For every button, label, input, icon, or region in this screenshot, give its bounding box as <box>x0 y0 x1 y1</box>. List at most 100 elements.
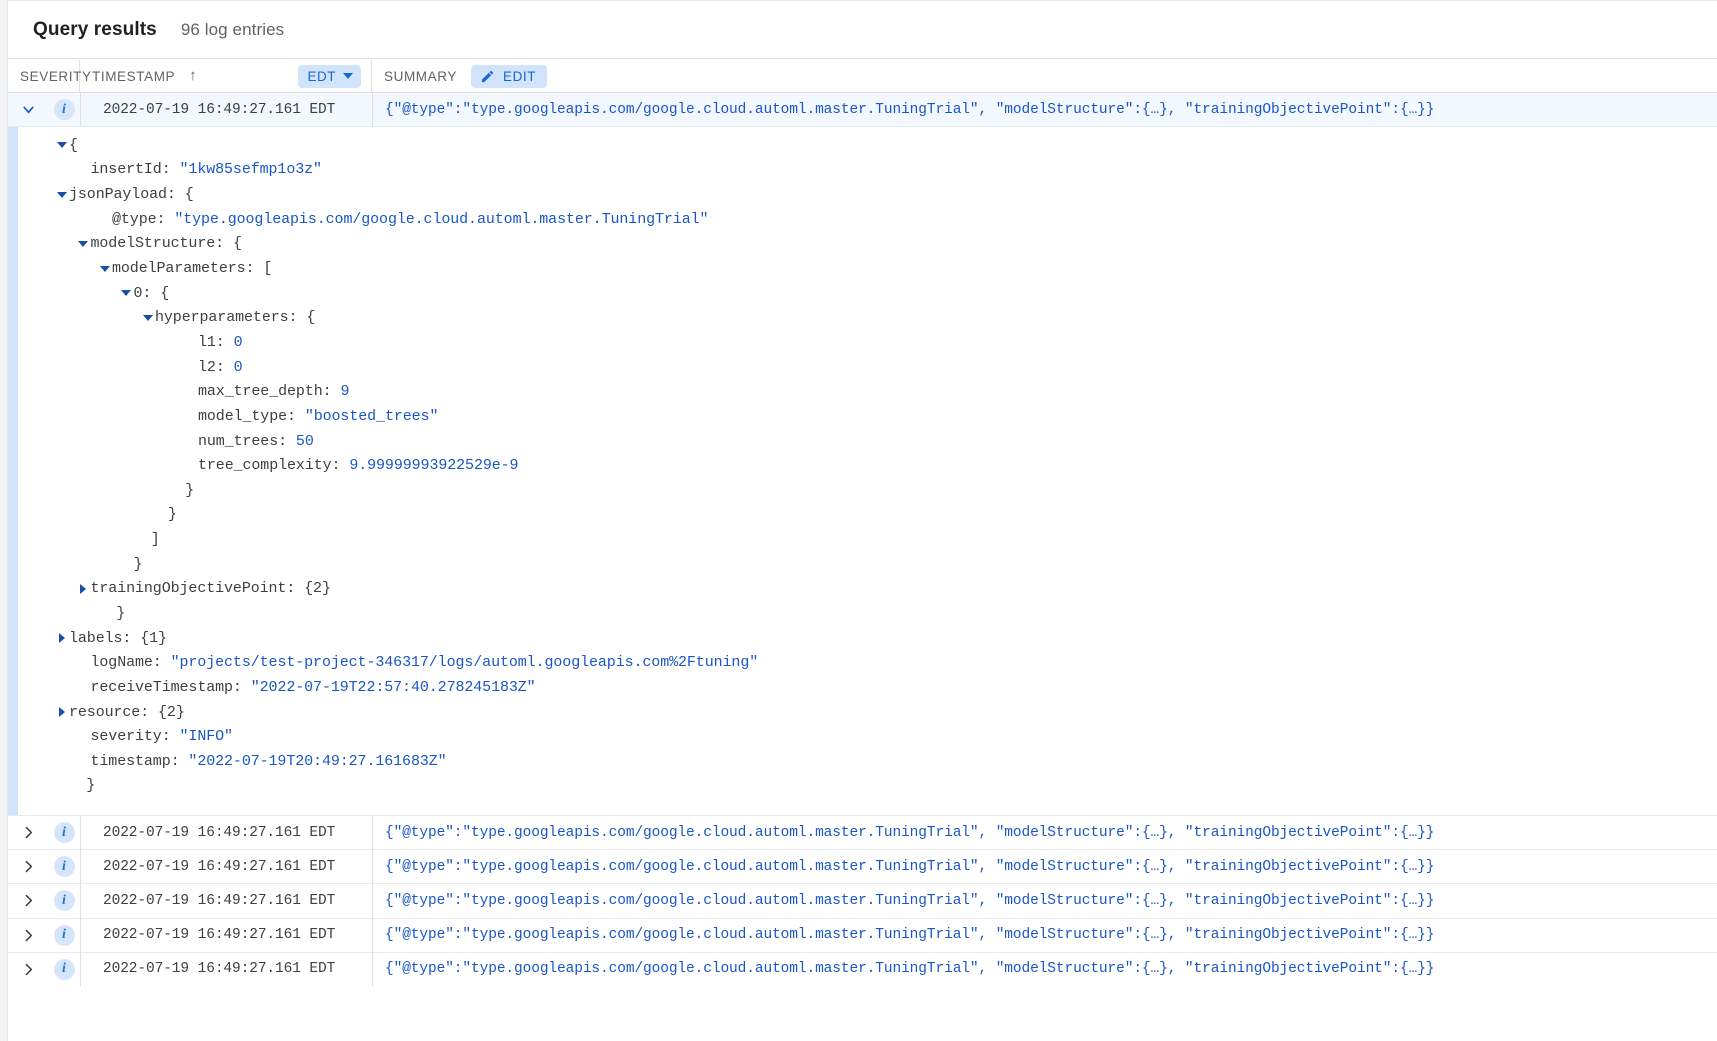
json-expand-toggle-closed[interactable] <box>54 700 69 724</box>
json-indent-spacer <box>183 355 198 379</box>
json-value: "type.googleapis.com/google.cloud.automl… <box>174 211 708 228</box>
json-punctuation: { <box>306 309 315 326</box>
info-icon: i <box>54 959 75 980</box>
log-timestamp: 2022-07-19 16:49:27.161 EDT <box>81 816 373 850</box>
json-value: 9.99999993922529e-9 <box>349 457 518 474</box>
chevron-right-icon[interactable] <box>8 927 48 944</box>
json-detail-line: jsonPayload: { <box>18 182 1717 207</box>
left-gutter <box>0 0 8 1041</box>
json-expand-toggle-open[interactable] <box>140 306 155 330</box>
json-line-content: timestamp: "2022-07-19T20:49:27.161683Z" <box>91 753 447 770</box>
log-timestamp: 2022-07-19 16:49:27.161 EDT <box>81 850 373 884</box>
edit-summary-fields-button[interactable]: EDIT <box>471 65 547 88</box>
info-icon: i <box>54 856 75 877</box>
json-value: "boosted_trees" <box>305 408 439 425</box>
triangle-down-icon <box>143 315 153 321</box>
json-expand-toggle-open[interactable] <box>76 232 91 256</box>
chevron-down-icon[interactable] <box>8 101 48 118</box>
log-entry-detail-json: { insertId: "1kw85sefmp1o3z"jsonPayload: … <box>8 127 1717 815</box>
column-header-timestamp: TIMESTAMP ↑ EDT <box>80 60 372 93</box>
column-header-severity[interactable]: SEVERITY <box>8 60 80 93</box>
severity-cell: i <box>48 850 81 884</box>
json-expand-toggle-open[interactable] <box>54 183 69 207</box>
log-timestamp: 2022-07-19 16:49:27.161 EDT <box>81 93 373 126</box>
chevron-right-icon[interactable] <box>8 961 48 978</box>
chevron-right-icon[interactable] <box>8 858 48 875</box>
sort-ascending-arrow-icon[interactable]: ↑ <box>189 68 197 83</box>
json-expand-toggle-closed[interactable] <box>54 626 69 650</box>
json-line-content: modelParameters: [ <box>112 260 272 277</box>
json-indent-spacer <box>153 503 168 527</box>
json-line-content: modelStructure: { <box>91 235 242 252</box>
json-expand-toggle-open[interactable] <box>97 257 112 281</box>
log-summary: {"@type":"type.googleapis.com/google.clo… <box>373 927 1717 943</box>
log-row[interactable]: i2022-07-19 16:49:27.161 EDT{"@type":"ty… <box>8 883 1717 917</box>
log-summary: {"@type":"type.googleapis.com/google.clo… <box>373 893 1717 909</box>
json-detail-line: trainingObjectivePoint: {2} <box>18 577 1717 602</box>
json-indent-spacer <box>76 725 91 749</box>
json-value: 50 <box>296 433 314 450</box>
info-icon: i <box>54 822 75 843</box>
json-indent-spacer <box>97 207 112 231</box>
json-punctuation: } <box>134 556 143 573</box>
json-detail-line: 0: { <box>18 281 1717 306</box>
info-icon: i <box>54 925 75 946</box>
json-line-content: trainingObjectivePoint: {2} <box>91 580 331 597</box>
chevron-right-icon[interactable] <box>8 892 48 909</box>
json-key: labels: <box>69 630 140 647</box>
json-punctuation: } <box>185 482 194 499</box>
log-summary: {"@type":"type.googleapis.com/google.clo… <box>373 102 1717 118</box>
json-indent-spacer <box>71 774 86 798</box>
severity-cell: i <box>48 952 81 986</box>
log-timestamp: 2022-07-19 16:49:27.161 EDT <box>81 952 373 986</box>
column-header-timestamp-label[interactable]: TIMESTAMP <box>92 69 175 84</box>
log-query-results-panel: Query results 96 log entries SEVERITY TI… <box>0 0 1717 1041</box>
json-punctuation: { <box>69 137 78 154</box>
json-detail-line: @type: "type.googleapis.com/google.cloud… <box>18 207 1717 232</box>
log-row[interactable]: i 2022-07-19 16:49:27.161 EDT{"@type":"ty… <box>8 952 1717 986</box>
log-row[interactable]: i2022-07-19 16:49:27.161 EDT{"@type":"ty… <box>8 815 1717 849</box>
json-line-content: l2: 0 <box>198 359 243 376</box>
log-rows-list: i2022-07-19 16:49:27.161 EDT{"@type":"ty… <box>8 815 1717 986</box>
log-summary: {"@type":"type.googleapis.com/google.clo… <box>373 961 1717 977</box>
json-expand-toggle-open[interactable] <box>54 133 69 157</box>
json-key: severity: <box>91 728 180 745</box>
triangle-right-icon <box>59 633 65 643</box>
log-summary: {"@type":"type.googleapis.com/google.clo… <box>373 859 1717 875</box>
json-line-content: num_trees: 50 <box>198 433 314 450</box>
json-detail-line: } <box>18 503 1717 528</box>
severity-cell: i <box>48 884 81 918</box>
triangle-down-icon <box>100 266 110 272</box>
triangle-down-icon <box>121 290 131 296</box>
json-value: 0 <box>234 334 243 351</box>
json-detail-line: ] <box>18 527 1717 552</box>
json-expand-toggle-closed[interactable] <box>76 577 91 601</box>
json-key: trainingObjectivePoint: <box>91 580 305 597</box>
log-row-selected[interactable]: i 2022-07-19 16:49:27.161 EDT {"@type":"… <box>8 93 1717 127</box>
triangle-right-icon <box>80 584 86 594</box>
chevron-right-icon[interactable] <box>8 824 48 841</box>
json-punctuation: ] <box>151 531 160 548</box>
json-punctuation: } <box>116 605 125 622</box>
json-detail-line: insertId: "1kw85sefmp1o3z" <box>18 158 1717 183</box>
column-header-summary-label[interactable]: SUMMARY <box>384 69 457 84</box>
table-column-header: SEVERITY TIMESTAMP ↑ EDT SUMMARY EDIT <box>8 60 1717 93</box>
json-line-content: labels: {1} <box>69 630 167 647</box>
json-key: insertId: <box>91 161 180 178</box>
timezone-selector[interactable]: EDT <box>298 65 362 88</box>
chevron-down-icon <box>343 73 353 79</box>
json-indent-spacer <box>183 454 198 478</box>
json-detail-line: num_trees: 50 <box>18 429 1717 454</box>
severity-cell: i <box>48 816 81 850</box>
json-key: l2: <box>198 359 234 376</box>
edit-label: EDIT <box>503 69 536 84</box>
json-key: model_type: <box>198 408 305 425</box>
json-indent-spacer <box>183 330 198 354</box>
json-expand-toggle-open[interactable] <box>119 281 134 305</box>
json-detail-line: logName: "projects/test-project-346317/l… <box>18 650 1717 675</box>
log-row[interactable]: i2022-07-19 16:49:27.161 EDT{"@type":"ty… <box>8 918 1717 952</box>
json-line-content: @type: "type.googleapis.com/google.cloud… <box>112 211 708 228</box>
json-line-content: } <box>185 482 194 499</box>
json-key: hyperparameters: <box>155 309 306 326</box>
log-row[interactable]: i 2022-07-19 16:49:27.161 EDT{"@type":"ty… <box>8 849 1717 883</box>
